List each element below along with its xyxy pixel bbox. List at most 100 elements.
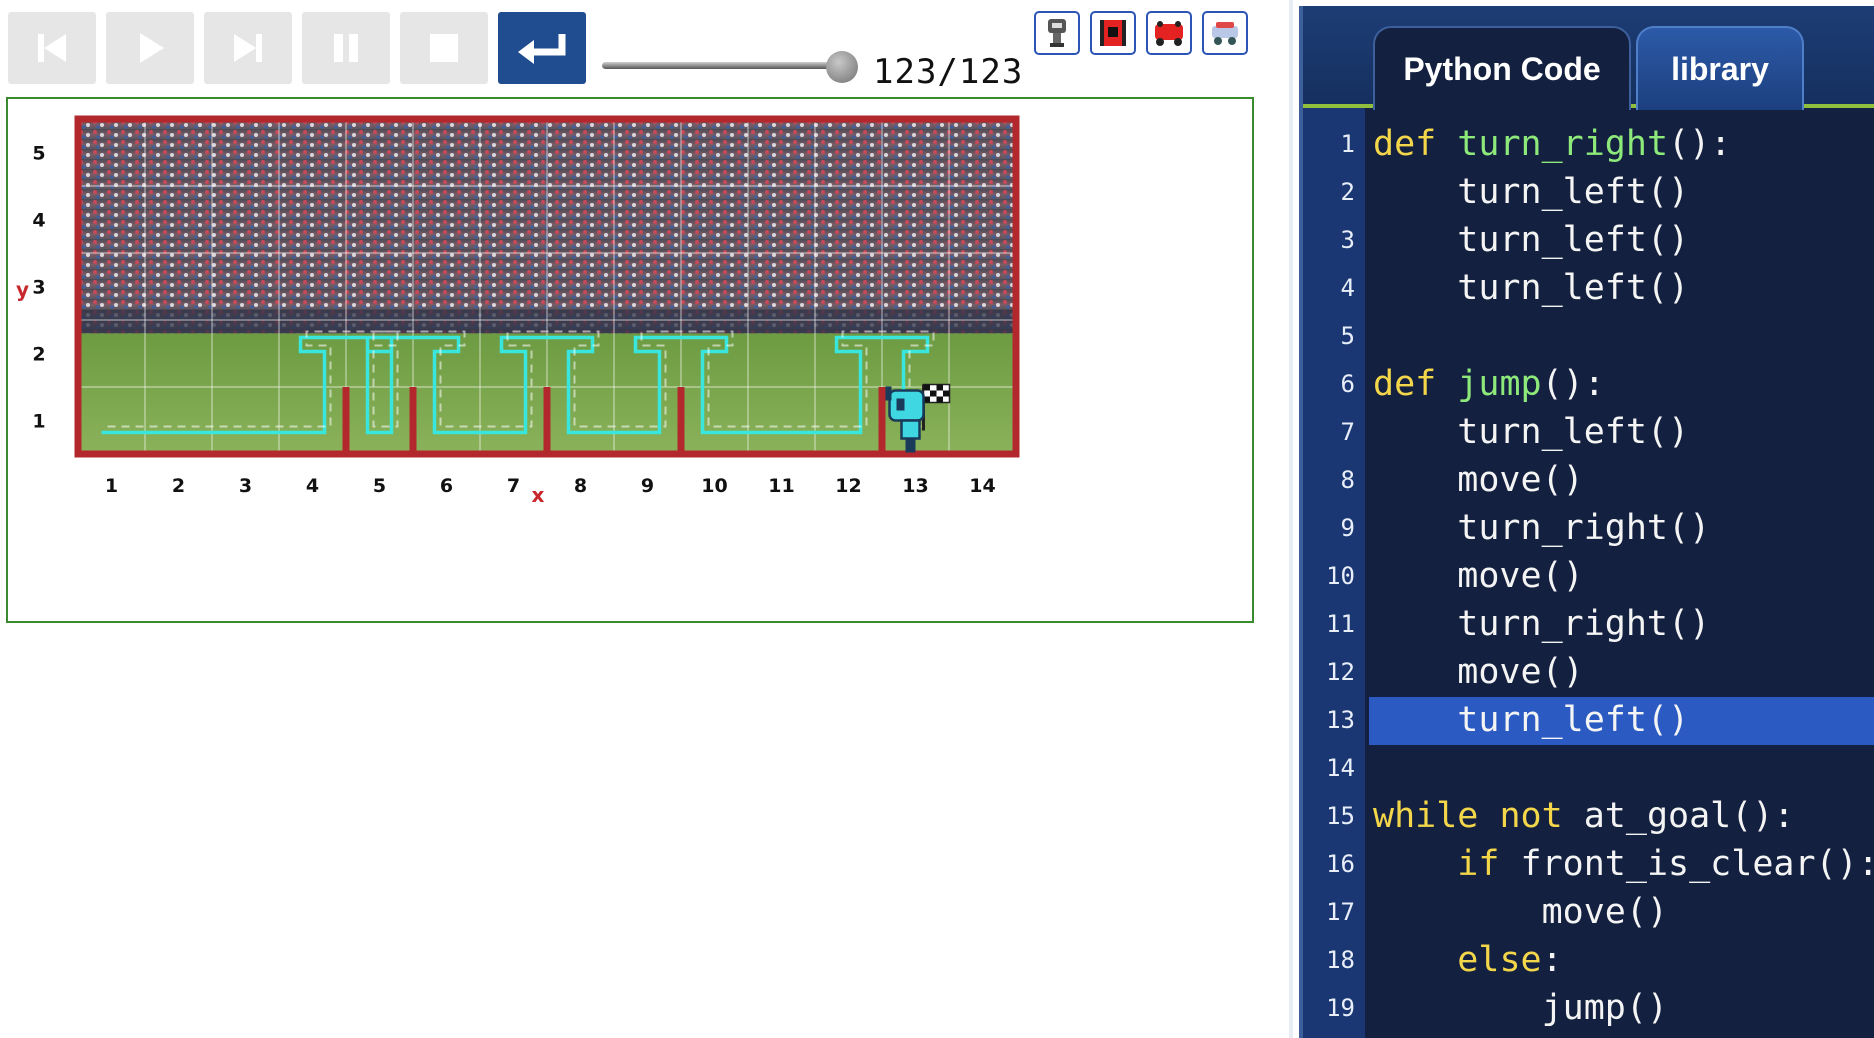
code-line[interactable]: 18 else: bbox=[1303, 937, 1874, 985]
line-number: 2 bbox=[1340, 178, 1355, 206]
code-token: jump() bbox=[1373, 988, 1669, 1028]
code-line[interactable]: 3 turn_left() bbox=[1303, 217, 1874, 265]
pause-icon bbox=[334, 34, 358, 62]
line-number: 1 bbox=[1340, 130, 1355, 158]
keyword-token: else bbox=[1457, 940, 1542, 980]
step-counter: 123/123 bbox=[873, 52, 1024, 92]
function-name-token: jump bbox=[1457, 364, 1542, 404]
code-line[interactable]: 5 bbox=[1303, 313, 1874, 361]
return-button[interactable] bbox=[498, 12, 586, 84]
robot-selector-car[interactable] bbox=[1146, 11, 1192, 55]
robot-selector-rover[interactable] bbox=[1202, 11, 1248, 55]
function-name-token: turn_right bbox=[1457, 124, 1669, 164]
x-tick-label: 12 bbox=[835, 475, 861, 497]
x-tick-label: 13 bbox=[902, 475, 928, 497]
code-text: turn_left() bbox=[1373, 412, 1689, 452]
line-number: 4 bbox=[1340, 274, 1355, 302]
code-line[interactable]: 1 def turn_right(): bbox=[1303, 121, 1874, 169]
code-token: move() bbox=[1373, 652, 1584, 692]
x-tick-label: 3 bbox=[239, 475, 252, 497]
step-forward-icon bbox=[234, 34, 262, 62]
line-number: 14 bbox=[1326, 754, 1355, 782]
x-tick-label: 6 bbox=[440, 475, 453, 497]
blue-rover-robot-icon bbox=[1212, 22, 1238, 45]
code-line[interactable]: 10 move() bbox=[1303, 553, 1874, 601]
code-token: move() bbox=[1373, 556, 1584, 596]
line-number: 3 bbox=[1340, 226, 1355, 254]
robot-selector-gray[interactable] bbox=[1034, 11, 1080, 55]
code-text: move() bbox=[1373, 460, 1583, 500]
code-text: jump() bbox=[1373, 988, 1668, 1028]
line-number: 13 bbox=[1326, 706, 1355, 734]
code-line[interactable]: 4 turn_left() bbox=[1303, 265, 1874, 313]
code-line[interactable]: 11 turn_right() bbox=[1303, 601, 1874, 649]
code-line[interactable]: 7 turn_left() bbox=[1303, 409, 1874, 457]
keyword-token: while bbox=[1373, 796, 1479, 836]
code-line[interactable]: 17 move() bbox=[1303, 889, 1874, 937]
y-tick-label: 2 bbox=[32, 344, 45, 366]
x-tick-label: 14 bbox=[969, 475, 995, 497]
x-tick-label: 7 bbox=[507, 475, 520, 497]
code-token: turn_left() bbox=[1373, 268, 1690, 308]
code-line[interactable]: 9 turn_right() bbox=[1303, 505, 1874, 553]
world-panel: 1 2 3 4 5 6 7 8 9 10 11 12 13 14 1 2 3 4 5 x y bbox=[6, 97, 1254, 623]
x-tick-label: 9 bbox=[641, 475, 654, 497]
code-line[interactable]: 6 def jump(): bbox=[1303, 361, 1874, 409]
return-arrow-icon bbox=[518, 34, 566, 64]
red-tracked-robot-icon bbox=[1100, 20, 1126, 46]
stop-button[interactable] bbox=[400, 12, 488, 84]
code-text: if front_is_clear(): bbox=[1373, 844, 1874, 884]
code-token: turn_left() bbox=[1373, 412, 1690, 452]
pause-button[interactable] bbox=[302, 12, 390, 84]
panel-divider bbox=[1289, 0, 1293, 1038]
keyword-token: if bbox=[1457, 844, 1500, 884]
x-tick-label: 4 bbox=[306, 475, 319, 497]
tab-python-code[interactable]: Python Code bbox=[1373, 26, 1631, 110]
robot-selector-tracked[interactable] bbox=[1090, 11, 1136, 55]
code-text: turn_left() bbox=[1373, 700, 1689, 740]
skip-to-start-button[interactable] bbox=[8, 12, 96, 84]
step-slider-track[interactable] bbox=[602, 62, 852, 69]
keyword-token: not bbox=[1499, 796, 1563, 836]
code-line[interactable]: 16 if front_is_clear(): bbox=[1303, 841, 1874, 889]
code-line[interactable]: 8 move() bbox=[1303, 457, 1874, 505]
y-axis-label: y bbox=[16, 278, 29, 302]
code-line-highlighted[interactable]: 13 turn_left() bbox=[1303, 697, 1874, 745]
step-slider-knob[interactable] bbox=[826, 51, 858, 83]
line-number: 6 bbox=[1340, 370, 1355, 398]
x-tick-label: 1 bbox=[105, 475, 118, 497]
keyword-token: def bbox=[1373, 364, 1437, 404]
code-text: turn_left() bbox=[1373, 268, 1689, 308]
play-icon bbox=[140, 33, 164, 63]
code-editor[interactable]: 1 def turn_right(): 2 turn_left() 3 turn_le… bbox=[1303, 121, 1874, 1033]
code-token: turn_right() bbox=[1373, 604, 1711, 644]
code-token: move() bbox=[1373, 892, 1669, 932]
code-token: front_is_clear(): bbox=[1499, 844, 1874, 884]
code-line[interactable]: 2 turn_left() bbox=[1303, 169, 1874, 217]
stop-icon bbox=[430, 34, 458, 62]
code-line[interactable]: 19 jump() bbox=[1303, 985, 1874, 1033]
code-token: turn_left() bbox=[1373, 220, 1690, 260]
code-text: turn_left() bbox=[1373, 172, 1689, 212]
step-forward-button[interactable] bbox=[204, 12, 292, 84]
code-line[interactable]: 14 bbox=[1303, 745, 1874, 793]
y-tick-label: 3 bbox=[32, 277, 45, 299]
play-button[interactable] bbox=[106, 12, 194, 84]
code-token: turn_right() bbox=[1373, 508, 1711, 548]
code-line[interactable]: 15 while not at_goal(): bbox=[1303, 793, 1874, 841]
x-tick-label: 10 bbox=[701, 475, 727, 497]
gray-robot-icon bbox=[1048, 19, 1066, 47]
line-number: 11 bbox=[1326, 610, 1355, 638]
line-number: 5 bbox=[1340, 322, 1355, 350]
line-number: 8 bbox=[1340, 466, 1355, 494]
line-number: 19 bbox=[1326, 994, 1355, 1022]
tab-library[interactable]: library bbox=[1636, 26, 1804, 110]
line-number: 10 bbox=[1326, 562, 1355, 590]
code-token: (): bbox=[1541, 364, 1605, 404]
code-token: turn_left() bbox=[1373, 172, 1690, 212]
code-text: def jump(): bbox=[1373, 364, 1605, 404]
code-line[interactable]: 12 move() bbox=[1303, 649, 1874, 697]
